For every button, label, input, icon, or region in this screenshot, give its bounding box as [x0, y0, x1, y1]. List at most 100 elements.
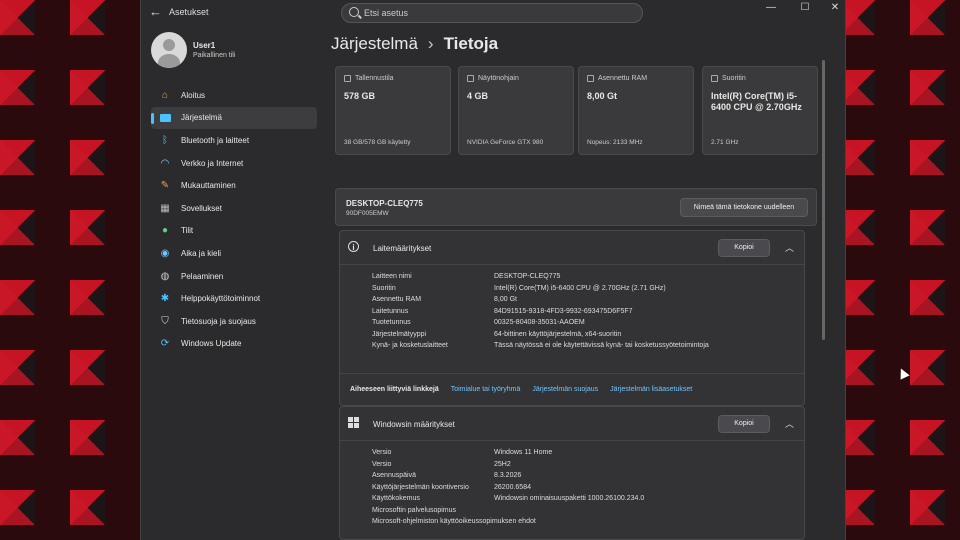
- sidebar-item-accounts[interactable]: ● Tilit: [151, 220, 317, 243]
- cpu-icon: [711, 75, 718, 82]
- windows-specs-header[interactable]: Windowsin määritykset Kopioi ︿: [340, 407, 804, 441]
- sidebar-item-personalization[interactable]: ✎ Mukauttaminen: [151, 174, 317, 197]
- card-title: Tallennustila: [355, 75, 394, 82]
- spec-value: 8.3.2026: [494, 472, 522, 480]
- breadcrumb-parent[interactable]: Järjestelmä: [331, 34, 418, 53]
- device-specs-header[interactable]: i Laitemääritykset Kopioi ︿: [340, 231, 804, 265]
- search-input[interactable]: [364, 6, 634, 20]
- card-title: Suoritin: [722, 75, 746, 82]
- system-icon: [159, 112, 171, 124]
- related-links: Aiheeseen liittyviä linkkejä Toimialue t…: [340, 373, 804, 405]
- spec-key: Versio: [372, 460, 392, 468]
- spec-value: Windowsin ominaisuuspaketti 1000.26100.2…: [494, 495, 645, 503]
- card-value: 8,00 Gt: [587, 91, 618, 101]
- back-arrow-icon[interactable]: ←: [149, 4, 162, 19]
- cpu-card[interactable]: Suoritin Intel(R) Core(TM) i5-6400 CPU @…: [702, 66, 818, 155]
- chevron-up-icon[interactable]: ︿: [785, 241, 794, 254]
- sidebar-item-privacy[interactable]: ⛉ Tietosuoja ja suojaus: [151, 310, 317, 333]
- sidebar-item-windows-update[interactable]: ⟳ Windows Update: [151, 333, 317, 356]
- storage-card[interactable]: Tallennustila 578 GB 38 GB/578 GB käytet…: [335, 66, 451, 155]
- sidebar-item-label: Aloitus: [181, 90, 206, 100]
- spec-value: Intel(R) Core(TM) i5-6400 CPU @ 2.70GHz …: [494, 284, 666, 292]
- spec-list: Versio Windows 11 Home Versio 25H2 Asennus…: [372, 447, 644, 527]
- page-title: Tietoja: [443, 34, 499, 53]
- device-name-bar: DESKTOP-CLEQ775 90DF005EMW Nimeä tämä ti…: [335, 188, 817, 226]
- copy-button[interactable]: Kopioi: [718, 415, 770, 433]
- globe-clock-icon: ◉: [160, 247, 170, 259]
- spec-key: Käyttökokemus: [372, 495, 420, 503]
- spec-list: Laitteen nimi DESKTOP-CLEQ775 Suoritin Int…: [372, 271, 709, 352]
- sidebar-item-label: Aika ja kieli: [181, 248, 222, 258]
- rename-pc-button[interactable]: Nimeä tämä tietokone uudelleen: [680, 198, 808, 217]
- sidebar-item-home[interactable]: ⌂ Aloitus: [151, 84, 317, 107]
- sidebar-item-accessibility[interactable]: ✱ Helppokäyttötoiminnot: [151, 287, 317, 310]
- device-name: DESKTOP-CLEQ775: [346, 199, 423, 208]
- gpu-card[interactable]: Näytönohjain 4 GB NVIDIA GeForce GTX 980: [458, 66, 574, 155]
- spec-key: Asennuspäivä: [372, 472, 416, 480]
- shield-icon: ⛉: [161, 315, 169, 327]
- section-title: Laitemääritykset: [373, 244, 432, 253]
- link-system-protection[interactable]: Järjestelmän suojaus: [532, 386, 598, 393]
- gpu-icon: [467, 75, 474, 82]
- sidebar-item-system[interactable]: Järjestelmä: [151, 106, 317, 130]
- sidebar-item-label: Bluetooth ja laitteet: [181, 135, 250, 145]
- home-icon: ⌂: [161, 89, 169, 101]
- wifi-icon: ◠: [160, 157, 170, 169]
- device-specs-section: i Laitemääritykset Kopioi ︿ Laitteen nim…: [339, 230, 805, 406]
- card-value: Intel(R) Core(TM) i5-6400 CPU @ 2.70GHz: [711, 91, 802, 113]
- close-button[interactable]: ✕: [823, 2, 845, 13]
- spec-row: Laitetunnus 84D91515-9318-4FD3-9932-69347…: [372, 306, 709, 318]
- spec-row: Laitteen nimi DESKTOP-CLEQ775: [372, 271, 709, 283]
- spec-row: Asennettu RAM 8,00 Gt: [372, 294, 709, 306]
- sidebar-nav: ⌂ Aloitus Järjestelmä ᛒ Bluetooth ja lai…: [151, 84, 317, 355]
- sidebar-item-bluetooth[interactable]: ᛒ Bluetooth ja laitteet: [151, 129, 317, 152]
- card-value: 4 GB: [467, 91, 489, 101]
- copy-button[interactable]: Kopioi: [718, 239, 770, 257]
- related-links-label: Aiheeseen liittyviä linkkejä: [350, 386, 439, 393]
- link-microsoft-services-agreement[interactable]: Microsoftin palvelusopimus: [372, 505, 644, 516]
- chevron-up-icon[interactable]: ︿: [785, 417, 794, 430]
- search-icon: [349, 7, 359, 17]
- card-title: Asennettu RAM: [598, 75, 648, 82]
- sidebar-item-time-language[interactable]: ◉ Aika ja kieli: [151, 242, 317, 265]
- search-box[interactable]: [341, 3, 643, 23]
- spec-key: Asennettu RAM: [372, 296, 422, 304]
- spec-value: 84D91515-9318-4FD3-9932-693475D6F5F7: [494, 307, 633, 315]
- account-icon: ●: [161, 225, 169, 237]
- sidebar-item-label: Mukauttaminen: [181, 181, 236, 191]
- maximize-button[interactable]: ☐: [793, 2, 817, 13]
- apps-icon: ▦: [160, 202, 170, 214]
- card-header: Näytönohjain: [467, 75, 519, 82]
- link-advanced-system-settings[interactable]: Järjestelmän lisäasetukset: [610, 386, 692, 393]
- spec-row: Järjestelmätyyppi 64-bittinen käyttöjärje…: [372, 329, 709, 341]
- sidebar-item-label: Pelaaminen: [181, 271, 224, 281]
- sidebar-item-gaming[interactable]: ◍ Pelaaminen: [151, 265, 317, 288]
- ram-card[interactable]: Asennettu RAM 8,00 Gt Nopeus: 2133 MHz: [578, 66, 694, 155]
- card-title: Näytönohjain: [478, 75, 519, 82]
- link-domain-workgroup[interactable]: Toimialue tai työryhmä: [451, 386, 521, 393]
- spec-row: Käyttöjärjestelmän koontiversio 26200.658…: [372, 482, 644, 494]
- spec-value: 8,00 Gt: [494, 296, 517, 304]
- spec-row: Käyttökokemus Windowsin ominaisuuspaketti…: [372, 493, 644, 505]
- sidebar-item-apps[interactable]: ▦ Sovellukset: [151, 197, 317, 220]
- spec-row: Suoritin Intel(R) Core(TM) i5-6400 CPU @ …: [372, 283, 709, 295]
- info-icon: i: [348, 241, 359, 252]
- ram-icon: [587, 75, 594, 82]
- sidebar-item-label: Sovellukset: [181, 203, 222, 213]
- spec-value: DESKTOP-CLEQ775: [494, 273, 561, 281]
- section-title: Windowsin määritykset: [373, 420, 455, 429]
- brush-icon: ✎: [160, 180, 170, 192]
- windows-logo-icon: [348, 417, 359, 428]
- spec-key: Käyttöjärjestelmän koontiversio: [372, 483, 469, 491]
- account-type: Paikallinen tili: [193, 52, 236, 59]
- scrollbar[interactable]: [822, 60, 825, 340]
- gamepad-icon: ◍: [160, 270, 170, 282]
- spec-value: Tässä näytössä ei ole käytettävissä kynä…: [494, 342, 709, 350]
- link-software-license-terms[interactable]: Microsoft-ohjelmiston käyttöoikeussopimu…: [372, 516, 644, 527]
- spec-key: Suoritin: [372, 284, 396, 292]
- sidebar-item-network[interactable]: ◠ Verkko ja Internet: [151, 152, 317, 175]
- minimize-button[interactable]: —: [759, 2, 783, 13]
- spec-value: Windows 11 Home: [494, 449, 553, 457]
- card-subtext: 2.71 GHz: [711, 139, 739, 146]
- spec-key: Laitteen nimi: [372, 273, 412, 281]
